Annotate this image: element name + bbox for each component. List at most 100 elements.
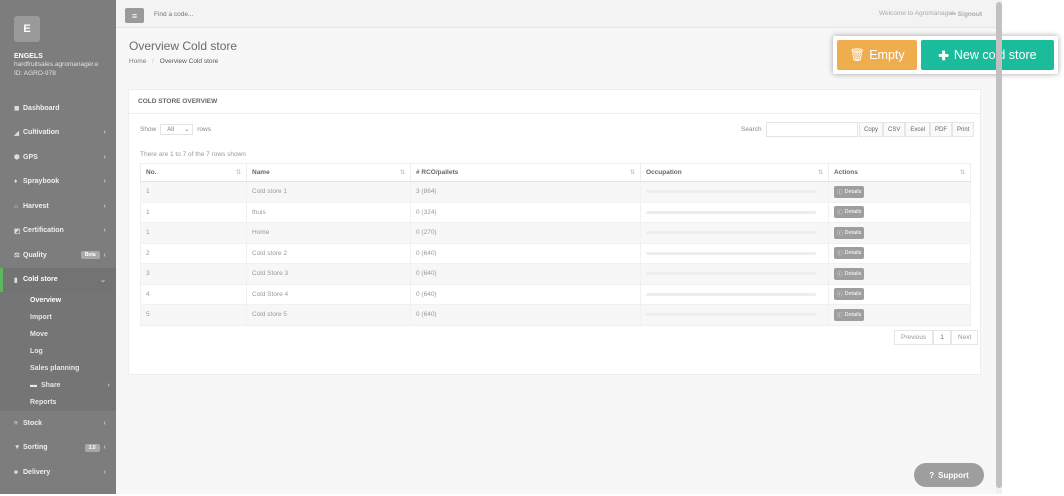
- cold-store-table: No. ⇅ Name ⇅ # RCO/pallets ⇅ Occupation …: [140, 163, 971, 326]
- details-button[interactable]: ⓘ Details: [834, 308, 865, 321]
- cell-occupation: [640, 304, 829, 326]
- cell-actions: ⓘ Details: [828, 222, 971, 244]
- cell-no: 1: [140, 222, 247, 244]
- page-scrollbar[interactable]: [996, 0, 1002, 494]
- occupation-bar: [646, 231, 816, 235]
- submenu-item-import[interactable]: Import: [0, 309, 116, 326]
- submenu-item-label: Share: [41, 382, 61, 389]
- cell-rco: 0 (640): [410, 263, 641, 285]
- cell-occupation: [640, 222, 829, 244]
- sidebar-item-label: Sorting: [23, 444, 48, 452]
- sidebar-item-certification[interactable]: ◩ Certification ‹: [0, 219, 116, 244]
- details-button[interactable]: ⓘ Details: [834, 288, 865, 301]
- column-header-no[interactable]: No. ⇅: [140, 163, 247, 182]
- chevron-left-icon: ‹: [103, 251, 106, 259]
- sidebar: E ENGELS hardfruitsales.agromanager.e ID…: [0, 0, 116, 494]
- pdf-button[interactable]: PDF: [930, 122, 953, 137]
- sidebar-item-dashboard[interactable]: ◼ Dashboard: [0, 96, 116, 121]
- cell-rco: 0 (324): [410, 201, 641, 223]
- sidebar-item-label: Cold store: [23, 276, 58, 284]
- cell-occupation: [640, 263, 829, 285]
- cell-actions: ⓘ Details: [828, 283, 971, 305]
- details-button[interactable]: ⓘ Details: [834, 267, 865, 280]
- cell-rco: 3 (864): [410, 181, 641, 203]
- cell-occupation: [640, 201, 829, 223]
- chevron-left-icon: ‹: [107, 382, 110, 389]
- code-search-input[interactable]: [154, 11, 314, 18]
- submenu-item-sales-planning[interactable]: Sales planning: [0, 360, 116, 377]
- details-button[interactable]: ⓘ Details: [834, 185, 865, 198]
- details-button[interactable]: ⓘ Details: [834, 206, 865, 219]
- cold-store-submenu: Overview Import Move Log Sales planning …: [0, 292, 116, 411]
- table-row: 5 Cold store 5 0 (640) ⓘ Details: [140, 304, 971, 326]
- csv-button[interactable]: CSV: [883, 122, 906, 137]
- table-row: 4 Cold Store 4 0 (640) ⓘ Details: [140, 283, 971, 305]
- sidebar-item-spraybook[interactable]: ♦ Spraybook ‹: [0, 170, 116, 195]
- column-header-label: Name: [252, 169, 270, 176]
- next-page-button[interactable]: Next: [950, 330, 979, 345]
- submenu-item-reports[interactable]: Reports: [0, 394, 116, 411]
- breadcrumb-home[interactable]: Home: [129, 58, 146, 65]
- column-header-actions[interactable]: Actions ⇅: [828, 163, 971, 182]
- cell-actions: ⓘ Details: [828, 181, 971, 203]
- cell-occupation: [640, 283, 829, 305]
- copy-button[interactable]: Copy: [859, 122, 884, 137]
- chevron-left-icon: ‹: [103, 227, 106, 235]
- sidebar-item-cultivation[interactable]: ◢ Cultivation ‹: [0, 121, 116, 146]
- page-length-select[interactable]: All ⌄: [160, 124, 194, 135]
- column-header-label: # RCO/pallets: [416, 169, 459, 176]
- details-label: Details: [844, 311, 862, 318]
- new-cold-store-button[interactable]: ✚ New cold store: [921, 40, 1054, 70]
- cell-actions: ⓘ Details: [828, 242, 971, 264]
- submenu-item-move[interactable]: Move: [0, 326, 116, 343]
- sidebar-item-gps[interactable]: ⬢ GPS ‹: [0, 145, 116, 170]
- empty-button[interactable]: 🗑 Empty: [837, 40, 917, 70]
- column-header-rco[interactable]: # RCO/pallets ⇅: [410, 163, 641, 182]
- sidebar-item-cold-store[interactable]: ▮ Cold store ⌄: [0, 267, 116, 292]
- print-button[interactable]: Print: [952, 122, 975, 137]
- info-icon: ⓘ: [837, 210, 843, 217]
- signout-link[interactable]: ↦ Signout: [951, 10, 982, 18]
- breadcrumb-separator: /: [152, 58, 154, 65]
- support-button[interactable]: ? Support: [914, 463, 984, 487]
- column-header-label: Actions: [834, 169, 858, 176]
- column-header-occupation[interactable]: Occupation ⇅: [640, 163, 829, 182]
- page-length-control: Show All ⌄ rows: [140, 124, 211, 135]
- details-button[interactable]: ⓘ Details: [834, 247, 865, 260]
- spray-icon: ♦: [14, 178, 18, 186]
- submenu-item-overview[interactable]: Overview: [0, 292, 116, 309]
- occupation-bar: [646, 210, 816, 214]
- sidebar-item-harvest[interactable]: ⌂ Harvest ‹: [0, 194, 116, 219]
- sidebar-item-label: Certification: [23, 227, 64, 235]
- cell-name: thuis: [246, 201, 411, 223]
- details-label: Details: [844, 270, 862, 277]
- company-logo[interactable]: E: [14, 16, 40, 42]
- menu-toggle-button[interactable]: ≡: [125, 8, 144, 23]
- search-label: Search: [741, 126, 762, 133]
- export-buttons: Copy CSV Excel PDF Print: [859, 122, 975, 137]
- column-header-name[interactable]: Name ⇅: [246, 163, 411, 182]
- sidebar-item-stock[interactable]: ≡ Stock ‹: [0, 411, 116, 436]
- submenu-item-share[interactable]: ▬ Share ‹: [0, 377, 116, 394]
- excel-button[interactable]: Excel: [905, 122, 931, 137]
- sidebar-item-label: Quality: [23, 251, 47, 259]
- table-header-row: No. ⇅ Name ⇅ # RCO/pallets ⇅ Occupation …: [140, 163, 971, 182]
- submenu-item-log[interactable]: Log: [0, 343, 116, 360]
- sidebar-item-delivery[interactable]: ■ Delivery ‹: [0, 460, 116, 485]
- scrollbar-thumb[interactable]: [996, 2, 1002, 488]
- sidebar-item-sorting[interactable]: ▼ Sorting 2.0 ‹: [0, 436, 116, 461]
- plus-icon: ✚: [938, 48, 949, 63]
- certificate-icon: ◩: [14, 227, 21, 235]
- sort-icon: ⇅: [959, 170, 965, 176]
- sidebar-item-quality[interactable]: ⚖ Quality Beta ‹: [0, 243, 116, 268]
- show-label: Show: [140, 126, 157, 133]
- empty-label: Empty: [869, 48, 905, 62]
- details-button[interactable]: ⓘ Details: [834, 226, 865, 239]
- table-search-input[interactable]: [766, 122, 858, 137]
- sidebar-nav: ◼ Dashboard ◢ Cultivation ‹ ⬢ GPS ‹ ♦ Sp…: [0, 96, 116, 292]
- previous-page-button[interactable]: Previous: [894, 330, 934, 345]
- page-button-1[interactable]: 1: [933, 330, 951, 345]
- sort-icon: ⇅: [399, 170, 405, 176]
- cold-store-panel: COLD STORE OVERVIEW Show All ⌄ rows Sear…: [128, 89, 981, 375]
- trash-icon: 🗑: [849, 47, 866, 62]
